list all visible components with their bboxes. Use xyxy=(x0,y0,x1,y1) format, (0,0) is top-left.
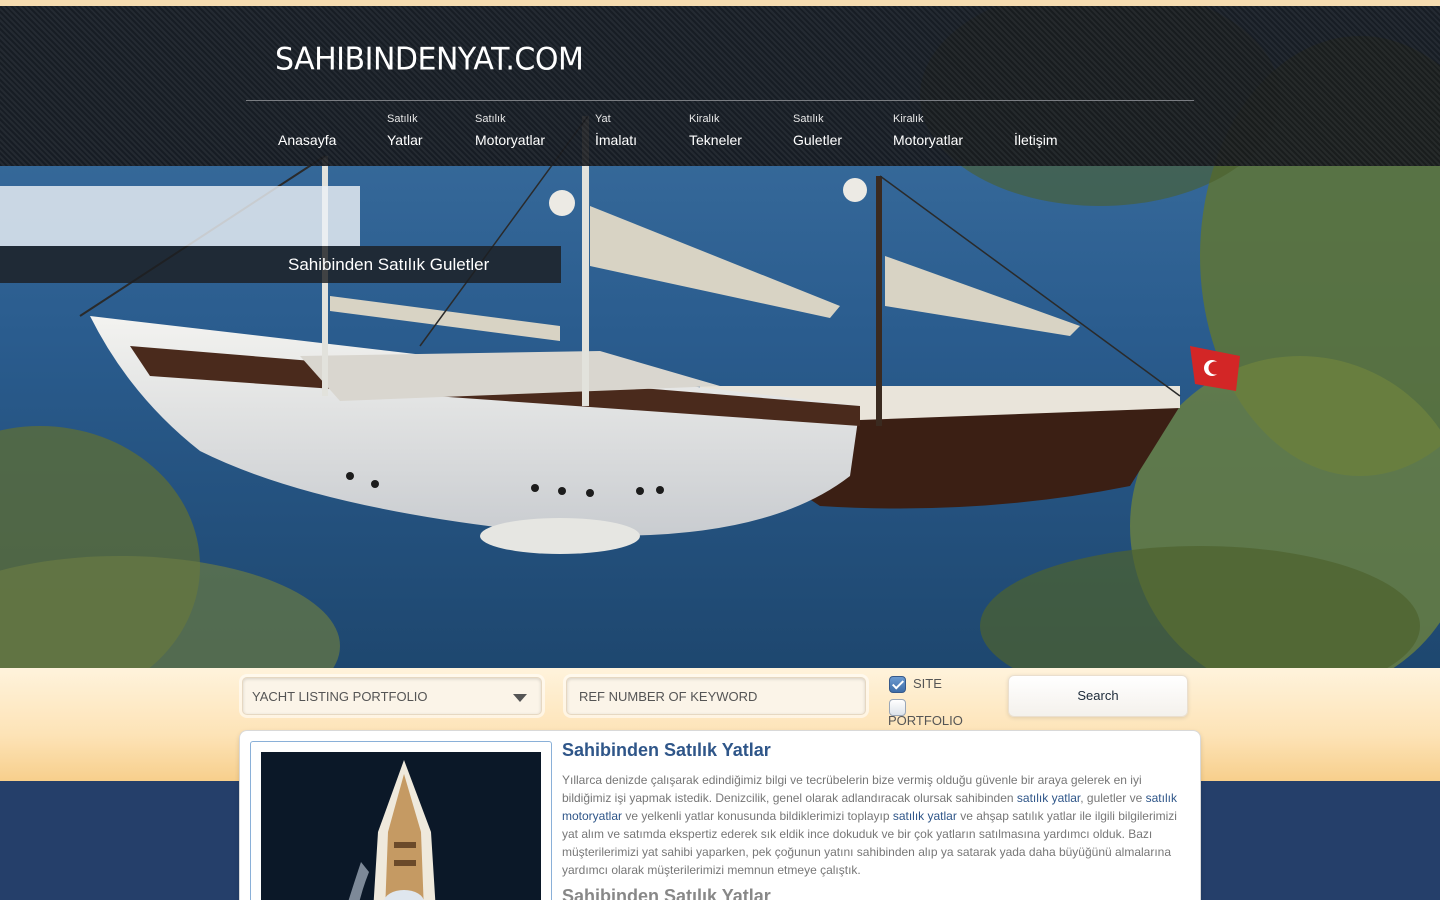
search-button[interactable]: Search xyxy=(1008,675,1188,717)
portfolio-select[interactable]: YACHT LISTING PORTFOLIO xyxy=(242,677,542,715)
link-satilik-yatlar-2[interactable]: satılık yatlar xyxy=(893,809,957,823)
nav-item-sublabel xyxy=(278,112,336,126)
nav-item-sublabel: Kiralık xyxy=(689,113,720,125)
site-checkbox-label: SITE xyxy=(913,676,942,691)
nav-item-satilik-yatlar[interactable]: Satılık Yatlar xyxy=(387,112,423,150)
hero-caption[interactable]: Sahibinden Satılık Guletler xyxy=(288,255,489,275)
link-satilik-yatlar[interactable]: satılık yatlar xyxy=(1017,791,1080,805)
nav-item-kiralik-motoryatlar[interactable]: Kiralık Motoryatlar xyxy=(893,112,963,150)
content-paragraph: Yıllarca denizde çalışarak edindiğimiz b… xyxy=(562,771,1182,879)
nav-item-sublabel xyxy=(1014,112,1058,126)
nav-item-sublabel: Satılık xyxy=(387,113,418,125)
nav-item-label: Yatlar xyxy=(387,132,423,148)
nav-item-satilik-motoryatlar[interactable]: Satılık Motoryatlar xyxy=(475,112,545,150)
paragraph-text: ve yelkenli yatlar konusunda bildiklerim… xyxy=(622,809,893,823)
nav-item-sublabel: Satılık xyxy=(793,113,824,125)
site-logo[interactable]: SAHIBINDENYAT.COM xyxy=(275,41,584,78)
content-subtitle: Sahibinden Satılık Yatlar xyxy=(562,886,771,900)
main-nav: Anasayfa Satılık Yatlar Satılık Motoryat… xyxy=(0,112,1440,162)
nav-item-label: Motoryatlar xyxy=(893,132,964,148)
site-checkbox[interactable] xyxy=(889,676,906,693)
chevron-down-icon xyxy=(513,694,527,702)
portfolio-checkbox-label: PORTFOLIO xyxy=(888,713,963,728)
nav-item-yat-imalati[interactable]: Yat İmalatı xyxy=(595,112,637,150)
yacht-thumbnail-image xyxy=(261,752,541,900)
caption-panel-light xyxy=(0,186,360,246)
nav-item-label: Anasayfa xyxy=(278,132,337,148)
paragraph-text: , guletler ve xyxy=(1080,791,1146,805)
nav-item-iletisim[interactable]: İletişim xyxy=(1014,112,1058,150)
nav-item-anasayfa[interactable]: Anasayfa xyxy=(278,112,336,150)
yacht-thumbnail[interactable] xyxy=(261,752,541,900)
portfolio-select-value: YACHT LISTING PORTFOLIO xyxy=(252,689,428,704)
nav-item-label: Motoryatlar xyxy=(475,132,546,148)
nav-item-sublabel: Satılık xyxy=(475,113,506,125)
nav-item-label: İletişim xyxy=(1014,132,1058,148)
nav-item-label: İmalatı xyxy=(595,132,638,148)
hero-banner: SAHIBINDENYAT.COM Anasayfa Satılık Yatla… xyxy=(0,6,1440,668)
nav-item-kiralik-tekneler[interactable]: Kiralık Tekneler xyxy=(689,112,742,150)
nav-item-sublabel: Yat xyxy=(595,113,611,125)
nav-item-label: Guletler xyxy=(793,132,843,148)
content-title: Sahibinden Satılık Yatlar xyxy=(562,740,771,760)
nav-item-sublabel: Kiralık xyxy=(893,113,924,125)
nav-item-label: Tekneler xyxy=(689,132,742,148)
header-divider xyxy=(246,100,1194,101)
ref-keyword-placeholder: REF NUMBER OF KEYWORD xyxy=(579,689,758,704)
nav-item-satilik-guletler[interactable]: Satılık Guletler xyxy=(793,112,842,150)
ref-keyword-input[interactable]: REF NUMBER OF KEYWORD xyxy=(566,677,866,715)
